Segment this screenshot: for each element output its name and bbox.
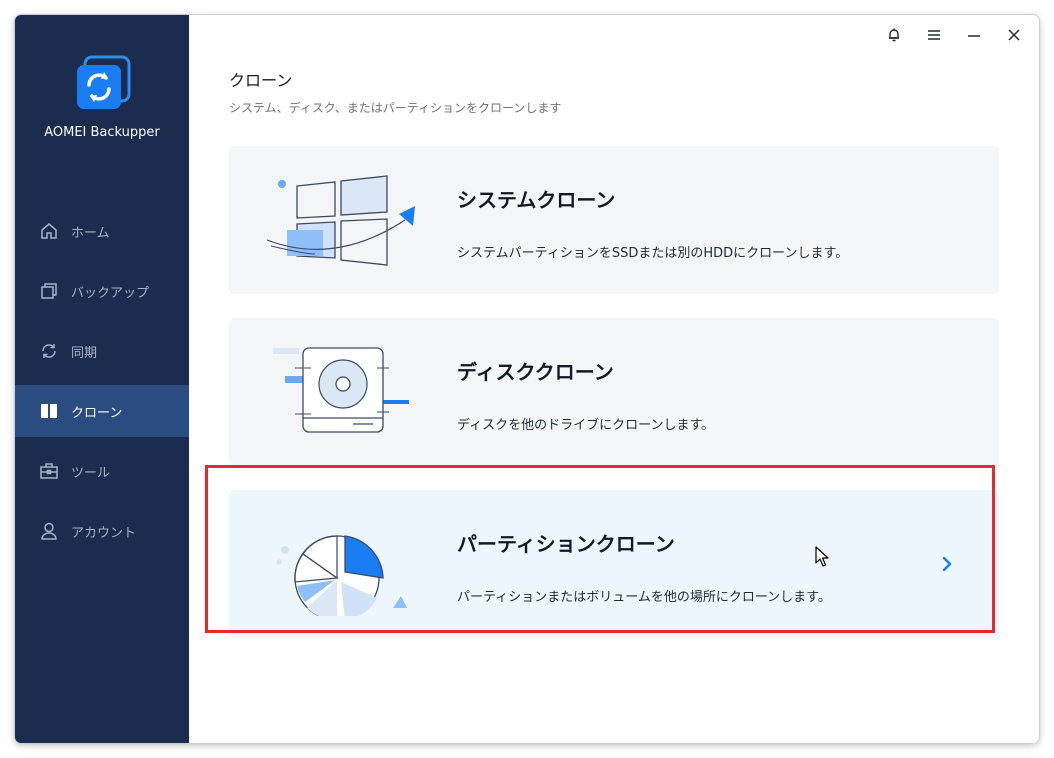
partition-clone-title: パーティションクローン (457, 532, 675, 556)
app-window: AOMEI Backupper ホーム バックアップ 同期 クローン ツール ア… (15, 15, 1039, 743)
sidebar-item-label: クローン (71, 405, 123, 421)
sidebar-item-tools[interactable]: ツール (15, 445, 189, 497)
clone-icon (41, 404, 57, 418)
sidebar-nav: ホーム バックアップ 同期 クローン ツール アカウント (15, 205, 189, 565)
disk-clone-title: ディスククローン (457, 360, 614, 384)
sync-icon (42, 344, 56, 358)
sidebar-item-label: バックアップ (71, 285, 150, 301)
sidebar-item-clone[interactable]: クローン (15, 385, 189, 437)
sidebar-item-backup[interactable]: バックアップ (15, 265, 189, 317)
notification-button[interactable] (881, 25, 907, 45)
sidebar-item-account[interactable]: アカウント (15, 505, 189, 557)
home-icon (41, 223, 57, 239)
system-clone-title: システムクローン (457, 188, 616, 212)
window-controls (881, 25, 1027, 45)
minimize-button[interactable] (961, 25, 987, 45)
close-icon (1008, 29, 1020, 41)
system-clone-card[interactable]: システムクローン システムパーティションをSSDまたは別のHDDにクローンします… (229, 146, 999, 294)
sidebar-item-label: アカウント (71, 525, 137, 541)
page-title: クローン (229, 71, 293, 90)
system-clone-illustration-icon (266, 175, 415, 266)
chevron-right-icon[interactable] (939, 554, 955, 574)
main-content: クローン システム、ディスク、またはパーティションをクローンします システムクロ… (189, 15, 1039, 743)
partition-clone-card[interactable]: パーティションクローン パーティションまたはボリュームを他の場所にクローンします… (229, 490, 999, 638)
sidebar-item-label: ホーム (71, 225, 110, 241)
account-icon (41, 522, 57, 540)
aomei-logo-icon (77, 55, 131, 109)
tools-icon (40, 463, 58, 479)
menu-button[interactable] (921, 25, 947, 45)
sidebar: AOMEI Backupper ホーム バックアップ 同期 クローン ツール ア… (15, 15, 189, 743)
close-button[interactable] (1001, 25, 1027, 45)
backup-icon (41, 283, 57, 299)
app-name: AOMEI Backupper (44, 125, 160, 140)
bell-icon (889, 28, 899, 42)
partition-clone-illustration-icon (276, 535, 407, 616)
partition-clone-description: パーティションまたはボリュームを他の場所にクローンします。 (457, 590, 831, 605)
page-subtitle: システム、ディスク、またはパーティションをクローンします (229, 101, 562, 115)
system-clone-description: システムパーティションをSSDまたは別のHDDにクローンします。 (457, 246, 849, 261)
mouse-cursor-icon (815, 546, 829, 567)
minimize-icon (968, 35, 980, 37)
disk-clone-description: ディスクを他のドライブにクローンします。 (457, 418, 715, 433)
disk-clone-card[interactable]: ディスククローン ディスクを他のドライブにクローンします。 (229, 318, 999, 466)
disk-clone-illustration-icon (273, 347, 409, 433)
sidebar-item-label: ツール (71, 465, 111, 481)
sidebar-item-sync[interactable]: 同期 (15, 325, 189, 377)
menu-icon (928, 30, 940, 40)
sidebar-item-label: 同期 (71, 345, 98, 361)
sidebar-item-home[interactable]: ホーム (15, 205, 189, 257)
